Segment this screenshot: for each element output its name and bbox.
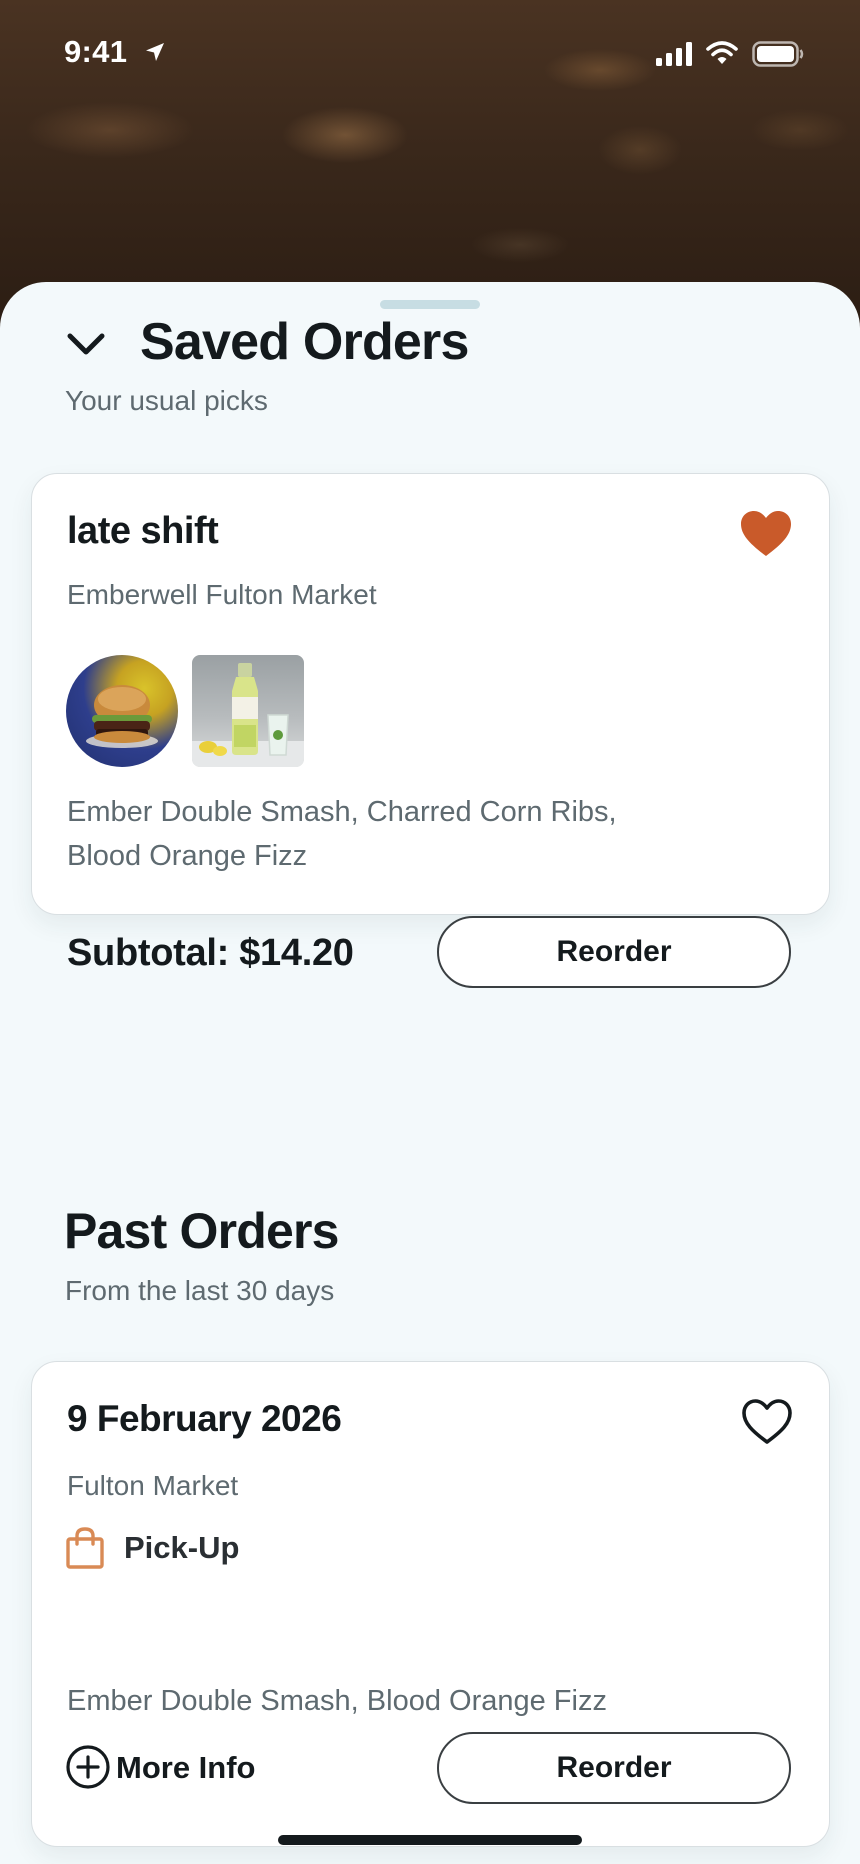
item-thumbnail-burger — [66, 655, 178, 767]
status-time: 9:41 — [64, 34, 128, 69]
wifi-icon — [706, 40, 738, 71]
more-info-button[interactable]: More Info — [116, 1750, 256, 1786]
heart-filled-icon[interactable] — [739, 510, 793, 563]
battery-icon — [752, 41, 804, 72]
past-reorder-button[interactable]: Reorder — [437, 1732, 791, 1804]
past-order-items: Ember Double Smash, Blood Orange Fizz — [67, 1685, 607, 1717]
shopping-bag-icon — [65, 1526, 105, 1570]
cellular-signal-icon — [656, 42, 694, 71]
orders-sheet: Saved Orders Your usual picks late shift… — [0, 282, 860, 1864]
saved-order-card[interactable]: late shift Emberwell Fulton Market Ember… — [31, 473, 830, 988]
past-orders-title: Past Orders — [64, 1203, 339, 1259]
saved-order-location: Emberwell Fulton Market — [67, 579, 377, 610]
sheet-grabber[interactable] — [380, 300, 480, 309]
saved-order-name: late shift — [67, 510, 219, 552]
saved-orders-title: Saved Orders — [140, 313, 469, 371]
saved-order-items: Ember Double Smash, Charred Corn Ribs, B… — [67, 796, 617, 872]
past-orders-subtitle: From the last 30 days — [65, 1275, 335, 1306]
saved-order-subtotal: Subtotal: $14.20 — [67, 932, 354, 974]
past-order-date: 9 February 2026 — [67, 1398, 342, 1439]
fulfillment-type: Pick-Up — [124, 1530, 240, 1565]
plus-circle-icon[interactable] — [65, 1744, 111, 1790]
item-thumbnail-drink — [192, 655, 304, 767]
saved-reorder-button[interactable]: Reorder — [437, 916, 791, 988]
past-order-location: Fulton Market — [67, 1470, 239, 1501]
status-bar: 9:41 — [0, 0, 860, 110]
location-arrow-icon — [143, 40, 167, 69]
saved-orders-subtitle: Your usual picks — [65, 385, 268, 416]
chevron-down-icon[interactable] — [64, 327, 108, 361]
home-indicator[interactable] — [278, 1835, 582, 1845]
past-order-card[interactable]: 9 February 2026 Fulton Market Pick-Up Em… — [31, 1361, 830, 1847]
heart-outline-icon[interactable] — [740, 1398, 794, 1451]
